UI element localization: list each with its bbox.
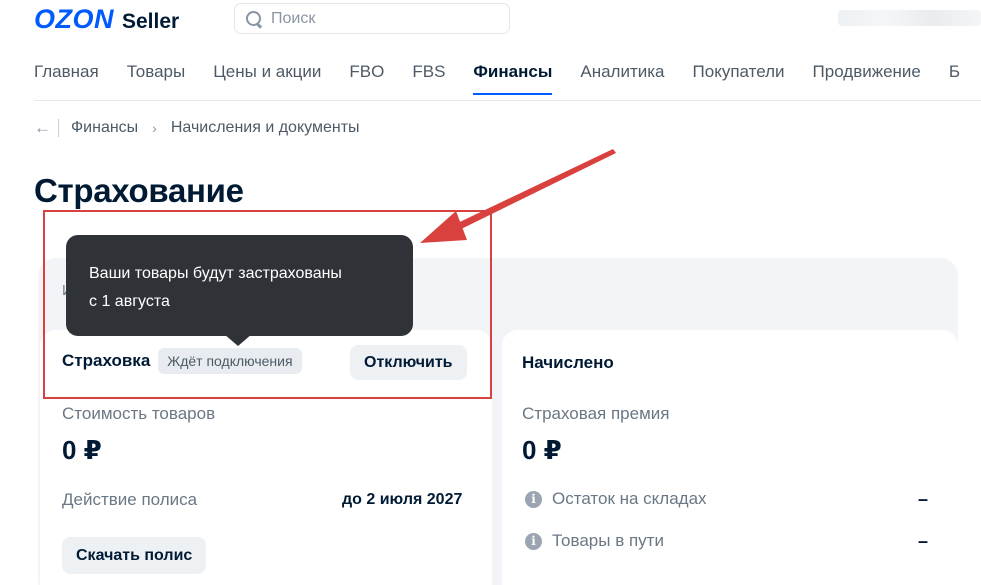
nav-item-home[interactable]: Главная — [34, 62, 99, 95]
logo-suffix: Seller — [122, 10, 180, 33]
tooltip-line-1: Ваши товары будут застрахованы — [89, 265, 342, 282]
page-title: Страхование — [34, 172, 244, 209]
search-input[interactable] — [269, 8, 489, 29]
status-badge: Ждёт подключения — [158, 348, 302, 374]
account-menu-blurred[interactable] — [838, 10, 981, 26]
ozon-seller-logo[interactable]: OZON Seller — [34, 4, 179, 35]
tooltip-tail — [224, 334, 252, 346]
nav-item-finance[interactable]: Финансы — [473, 62, 552, 95]
goods-cost-value: 0 ₽ — [62, 435, 102, 465]
insurance-tooltip: Ваши товары будут застрахованы с 1 авгус… — [66, 235, 413, 336]
chevron-right-icon: › — [152, 120, 157, 136]
policy-period-value: до 2 июля 2027 — [342, 491, 463, 508]
info-icon[interactable]: i — [525, 490, 542, 508]
nav-item-more[interactable]: Б — [949, 62, 960, 95]
in-transit-value: – — [918, 531, 929, 551]
nav-item-promotion[interactable]: Продвижение — [813, 62, 921, 95]
disable-insurance-button[interactable]: Отключить — [350, 345, 467, 380]
breadcrumb-divider — [58, 119, 59, 137]
main-nav: Главная Товары Цены и акции FBO FBS Фина… — [34, 62, 981, 95]
nav-item-products[interactable]: Товары — [127, 62, 185, 95]
policy-period-label: Действие полиса — [62, 490, 198, 509]
stock-label: Остаток на складах — [552, 489, 707, 508]
search-icon — [245, 10, 263, 28]
breadcrumb-item-finance[interactable]: Финансы — [71, 119, 138, 137]
insurance-status-row: Страховка Ждёт подключения — [62, 348, 302, 374]
premium-value: 0 ₽ — [522, 435, 562, 465]
annotation-arrow-head — [420, 211, 467, 243]
info-icon[interactable]: i — [525, 532, 542, 550]
nav-item-analytics[interactable]: Аналитика — [580, 62, 664, 95]
logo-brand: OZON — [34, 4, 114, 34]
accrued-title: Начислено — [522, 353, 614, 372]
insurance-label: Страховка — [62, 351, 151, 370]
stock-value: – — [918, 489, 929, 509]
nav-item-customers[interactable]: Покупатели — [693, 62, 785, 95]
annotation-arrow-shaft — [445, 149, 616, 235]
nav-item-fbo[interactable]: FBO — [349, 62, 384, 95]
in-transit-row: i Товары в пути — [525, 531, 664, 551]
nav-divider — [34, 100, 981, 101]
tooltip-line-2: с 1 августа — [89, 293, 170, 310]
back-arrow-icon[interactable]: ← — [34, 118, 54, 138]
breadcrumb: ← Финансы › Начисления и документы — [34, 118, 360, 138]
premium-label: Страховая премия — [522, 404, 670, 423]
breadcrumb-item-accruals[interactable]: Начисления и документы — [171, 119, 360, 137]
ozon-seller-page: OZON Seller Главная Товары Цены и акции … — [0, 0, 981, 585]
goods-cost-label: Стоимость товаров — [62, 404, 216, 423]
nav-item-fbs[interactable]: FBS — [412, 62, 445, 95]
in-transit-label: Товары в пути — [552, 531, 664, 550]
nav-item-prices[interactable]: Цены и акции — [213, 62, 321, 95]
search-box[interactable] — [234, 3, 510, 34]
download-policy-button[interactable]: Скачать полис — [62, 537, 207, 574]
stock-row: i Остаток на складах — [525, 489, 707, 509]
